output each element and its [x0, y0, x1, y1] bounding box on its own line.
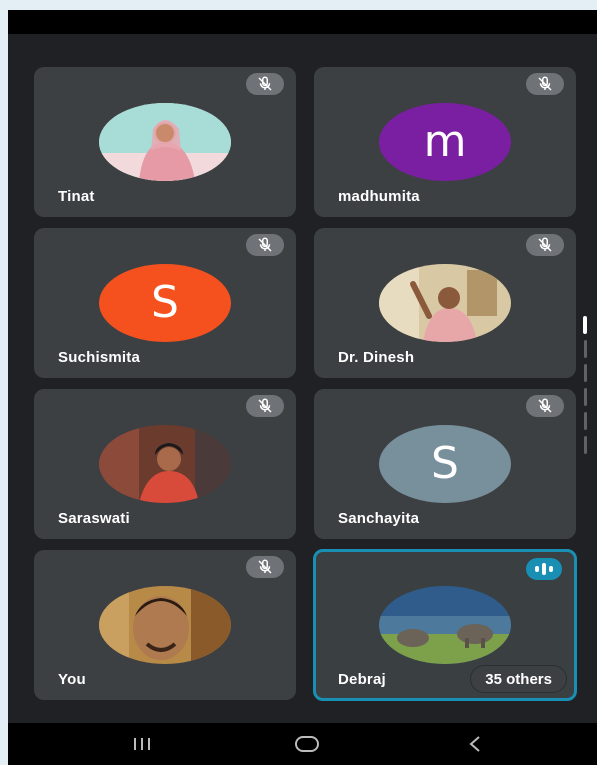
audio-level-icon — [526, 558, 562, 580]
avatar-letter: S — [151, 277, 179, 328]
avatar: S — [99, 264, 231, 342]
recents-icon[interactable] — [112, 723, 172, 765]
scroll-track — [584, 364, 587, 382]
participant-tile[interactable]: S Suchismita — [34, 228, 296, 378]
avatar — [379, 586, 511, 664]
navigation-bar — [8, 723, 597, 765]
mic-off-icon — [246, 556, 284, 578]
avatar — [99, 586, 231, 664]
scroll-track — [584, 436, 587, 454]
home-icon[interactable] — [277, 723, 337, 765]
participant-tile[interactable]: S Sanchayita — [314, 389, 576, 539]
others-chip[interactable]: 35 others — [471, 666, 566, 692]
avatar: S — [379, 425, 511, 503]
status-bar — [8, 10, 597, 34]
participant-tile-active-speaker[interactable]: Debraj 35 others — [313, 549, 577, 701]
participant-name: Dr. Dinesh — [338, 349, 415, 366]
participant-name: Saraswati — [58, 510, 130, 527]
avatar — [99, 103, 231, 181]
avatar — [99, 425, 231, 503]
participant-tile[interactable]: Tinat — [34, 67, 296, 217]
avatar-letter: S — [431, 438, 459, 489]
participant-tile[interactable]: Dr. Dinesh — [314, 228, 576, 378]
scroll-track — [584, 340, 587, 358]
participant-name: Suchismita — [58, 349, 141, 366]
mic-off-icon — [246, 234, 284, 256]
mic-off-icon — [246, 395, 284, 417]
participant-name: Debraj — [338, 671, 386, 688]
scroll-track — [584, 388, 587, 406]
avatar-letter: m — [423, 116, 467, 167]
avatar — [379, 264, 511, 342]
mic-off-icon — [246, 73, 284, 95]
participant-tile[interactable]: Saraswati — [34, 389, 296, 539]
participant-name: Sanchayita — [338, 510, 420, 527]
participant-name: madhumita — [338, 188, 420, 205]
mic-off-icon — [526, 73, 564, 95]
participant-tile-self[interactable]: You — [34, 550, 296, 700]
mic-off-icon — [526, 234, 564, 256]
participant-name: You — [58, 671, 86, 688]
mic-off-icon — [526, 395, 564, 417]
scroll-thumb[interactable] — [583, 316, 587, 334]
participant-name: Tinat — [58, 188, 95, 205]
back-icon[interactable] — [445, 723, 505, 765]
meeting-screen: Tinat m madhumita S Suchismita Dr. Dines… — [8, 10, 597, 765]
scroll-track — [584, 412, 587, 430]
participant-tile[interactable]: m madhumita — [314, 67, 576, 217]
avatar: m — [379, 103, 511, 181]
